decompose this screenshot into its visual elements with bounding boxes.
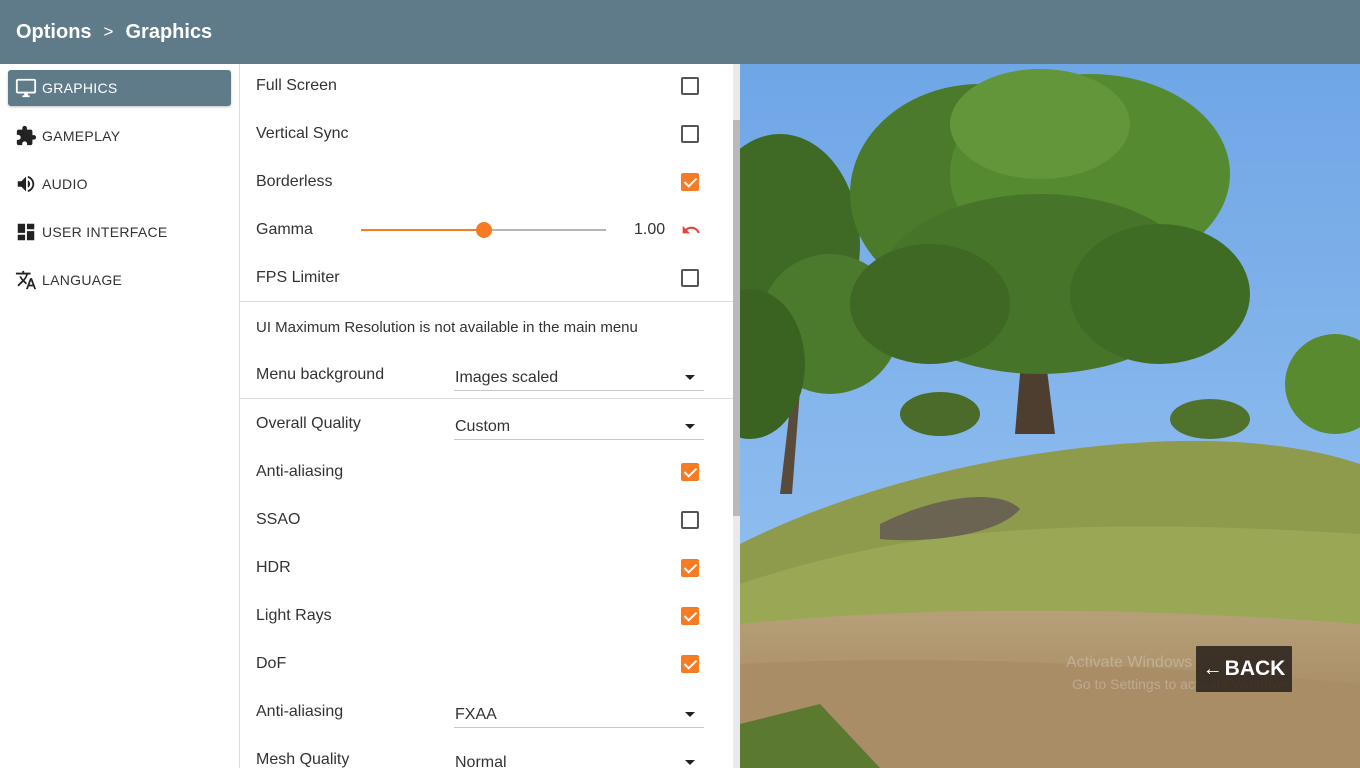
light-rays-checkbox[interactable] bbox=[681, 607, 699, 625]
mesh-quality-select[interactable]: Normal bbox=[454, 746, 704, 768]
select-value: Normal bbox=[455, 754, 507, 768]
breadcrumb-separator: > bbox=[103, 22, 114, 41]
setting-label: Mesh Quality bbox=[256, 751, 350, 768]
setting-row-hdr: HDR bbox=[240, 544, 734, 592]
fps-limiter-checkbox[interactable] bbox=[681, 269, 699, 287]
sidebar: GRAPHICS GAMEPLAY AUDIO USER INTERFACE L… bbox=[0, 64, 240, 768]
setting-row-dof: DoF bbox=[240, 640, 734, 688]
setting-row-menu-background: Menu background Images scaled bbox=[240, 351, 734, 399]
setting-row-full-screen: Full Screen bbox=[240, 64, 734, 110]
watermark-line1: Activate Windows bbox=[1066, 654, 1193, 671]
settings-panel: Full Screen Vertical Sync Borderless Gam… bbox=[240, 64, 734, 768]
gamma-value: 1.00 bbox=[634, 221, 666, 238]
setting-label: Gamma bbox=[256, 221, 313, 238]
setting-label: Menu background bbox=[256, 366, 385, 383]
dashboard-icon bbox=[14, 220, 38, 244]
sidebar-item-label: USER INTERFACE bbox=[42, 224, 168, 240]
monitor-icon bbox=[14, 76, 38, 100]
header-bar: Options > Graphics bbox=[0, 0, 1360, 64]
vertical-sync-checkbox[interactable] bbox=[681, 125, 699, 143]
setting-row-ssao: SSAO bbox=[240, 496, 734, 544]
back-button[interactable]: ← BACK bbox=[1196, 646, 1292, 692]
setting-label: Vertical Sync bbox=[256, 125, 349, 142]
breadcrumb-options[interactable]: Options bbox=[16, 21, 92, 44]
arrow-left-icon: ← bbox=[1202, 657, 1223, 680]
setting-label: Light Rays bbox=[256, 607, 332, 624]
select-value: Images scaled bbox=[455, 369, 559, 386]
translate-icon bbox=[14, 268, 38, 292]
sidebar-item-label: GAMEPLAY bbox=[42, 128, 121, 144]
setting-row-anti-aliasing-mode: Anti-aliasing FXAA bbox=[240, 688, 734, 736]
borderless-checkbox[interactable] bbox=[681, 173, 699, 191]
hdr-checkbox[interactable] bbox=[681, 559, 699, 577]
setting-row-mesh-quality: Mesh Quality Normal bbox=[240, 736, 734, 768]
setting-label: FPS Limiter bbox=[256, 269, 340, 286]
section-divider bbox=[240, 398, 734, 399]
sidebar-item-label: LANGUAGE bbox=[42, 272, 123, 288]
select-value: Custom bbox=[455, 418, 511, 435]
speaker-icon bbox=[14, 172, 38, 196]
sidebar-item-label: AUDIO bbox=[42, 176, 88, 192]
back-button-label: BACK bbox=[1224, 657, 1286, 680]
reset-icon[interactable] bbox=[680, 220, 702, 240]
chevron-down-icon bbox=[685, 760, 695, 765]
setting-row-ui-max-res-note: UI Maximum Resolution is not available i… bbox=[240, 303, 734, 351]
chevron-down-icon bbox=[685, 712, 695, 717]
gamma-slider-thumb[interactable] bbox=[475, 222, 492, 238]
setting-row-light-rays: Light Rays bbox=[240, 592, 734, 640]
chevron-down-icon bbox=[685, 424, 695, 429]
setting-label: Borderless bbox=[256, 173, 333, 190]
sidebar-item-language[interactable]: LANGUAGE bbox=[8, 262, 231, 298]
setting-label: Full Screen bbox=[256, 77, 337, 94]
setting-row-borderless: Borderless bbox=[240, 158, 734, 206]
setting-label: Anti-aliasing bbox=[256, 703, 344, 720]
sidebar-item-label: GRAPHICS bbox=[42, 80, 118, 96]
setting-label: DoF bbox=[256, 655, 287, 672]
setting-row-gamma: Gamma 1.00 bbox=[240, 206, 734, 254]
ui-max-resolution-note: UI Maximum Resolution is not available i… bbox=[256, 318, 638, 336]
scrollbar-thumb[interactable] bbox=[733, 120, 740, 516]
sidebar-item-graphics[interactable]: GRAPHICS bbox=[8, 70, 231, 106]
dof-checkbox[interactable] bbox=[681, 655, 699, 673]
setting-row-overall-quality: Overall Quality Custom bbox=[240, 400, 734, 448]
sidebar-item-gameplay[interactable]: GAMEPLAY bbox=[8, 118, 231, 154]
panel-scrollbar[interactable] bbox=[733, 64, 740, 768]
setting-row-fps-limiter: FPS Limiter bbox=[240, 254, 734, 302]
setting-label: SSAO bbox=[256, 511, 301, 528]
chevron-down-icon bbox=[685, 375, 695, 380]
gamma-slider-fill bbox=[361, 229, 484, 231]
sidebar-item-audio[interactable]: AUDIO bbox=[8, 166, 231, 202]
overall-quality-select[interactable]: Custom bbox=[454, 410, 704, 440]
gamma-slider[interactable] bbox=[361, 222, 606, 238]
setting-label: Anti-aliasing bbox=[256, 463, 344, 480]
puzzle-icon bbox=[14, 124, 38, 148]
anti-aliasing-checkbox[interactable] bbox=[681, 463, 699, 481]
full-screen-checkbox[interactable] bbox=[681, 77, 699, 95]
setting-row-anti-aliasing-toggle: Anti-aliasing bbox=[240, 448, 734, 496]
sidebar-item-user-interface[interactable]: USER INTERFACE bbox=[8, 214, 231, 250]
setting-label: Overall Quality bbox=[256, 415, 361, 432]
menu-background-select[interactable]: Images scaled bbox=[454, 361, 704, 391]
select-value: FXAA bbox=[455, 706, 497, 723]
section-divider bbox=[240, 301, 734, 302]
ssao-checkbox[interactable] bbox=[681, 511, 699, 529]
breadcrumb-graphics: Graphics bbox=[125, 20, 213, 43]
setting-row-vertical-sync: Vertical Sync bbox=[240, 110, 734, 158]
anti-aliasing-select[interactable]: FXAA bbox=[454, 698, 704, 728]
setting-label: HDR bbox=[256, 559, 291, 576]
